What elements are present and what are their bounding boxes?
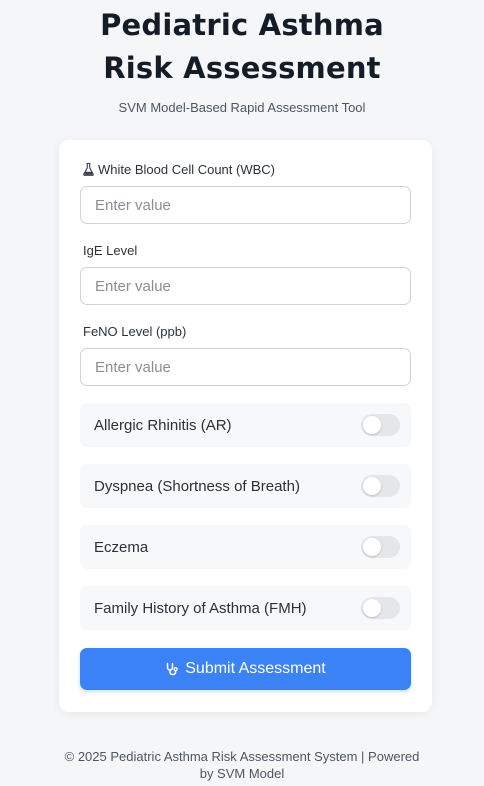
feno-input[interactable] [80, 348, 411, 386]
wbc-input[interactable] [80, 186, 411, 224]
toggle-switch-family-history[interactable] [361, 597, 400, 619]
wbc-label-text: White Blood Cell Count (WBC) [98, 162, 275, 177]
toggle-row-family-history: Family History of Asthma (FMH) [80, 586, 411, 630]
assessment-form-card: White Blood Cell Count (WBC) IgE Level F… [59, 140, 432, 712]
toggle-row-dyspnea: Dyspnea (Shortness of Breath) [80, 464, 411, 508]
ige-input[interactable] [80, 267, 411, 305]
submit-assessment-button[interactable]: Submit Assessment [80, 648, 411, 690]
toggle-knob [363, 416, 381, 434]
page-title: Pediatric Asthma Risk Assessment [100, 8, 384, 85]
page-subtitle: SVM Model-Based Rapid Assessment Tool [118, 100, 366, 115]
toggle-label-allergic-rhinitis: Allergic Rhinitis (AR) [94, 416, 232, 434]
page: Pediatric Asthma Risk Assessment SVM Mod… [0, 0, 484, 786]
stethoscope-icon [167, 662, 179, 676]
flask-icon [83, 163, 94, 176]
toggle-knob [363, 538, 381, 556]
ige-label-text: IgE Level [83, 243, 138, 258]
toggle-label-family-history: Family History of Asthma (FMH) [94, 599, 307, 617]
header: Pediatric Asthma Risk Assessment SVM Mod… [0, 0, 484, 115]
footer: © 2025 Pediatric Asthma Risk Assessment … [0, 748, 484, 782]
toggle-knob [363, 599, 381, 617]
toggle-switch-allergic-rhinitis[interactable] [361, 414, 400, 436]
wbc-label: White Blood Cell Count (WBC) [83, 162, 275, 177]
toggle-switch-dyspnea[interactable] [361, 475, 400, 497]
feno-label-text: FeNO Level (ppb) [83, 324, 187, 339]
toggle-switch-eczema[interactable] [361, 536, 400, 558]
submit-button-label: Submit Assessment [185, 660, 326, 677]
toggle-label-eczema: Eczema [94, 538, 149, 556]
toggle-label-dyspnea: Dyspnea (Shortness of Breath) [94, 477, 300, 495]
footer-line-1: © 2025 Pediatric Asthma Risk Assessment … [64, 749, 420, 764]
toggle-row-eczema: Eczema [80, 525, 411, 569]
ige-label: IgE Level [83, 243, 137, 258]
footer-line-2: by SVM Model [199, 766, 285, 781]
toggle-knob [363, 477, 381, 495]
toggle-row-allergic-rhinitis: Allergic Rhinitis (AR) [80, 403, 411, 447]
feno-label: FeNO Level (ppb) [83, 324, 186, 339]
